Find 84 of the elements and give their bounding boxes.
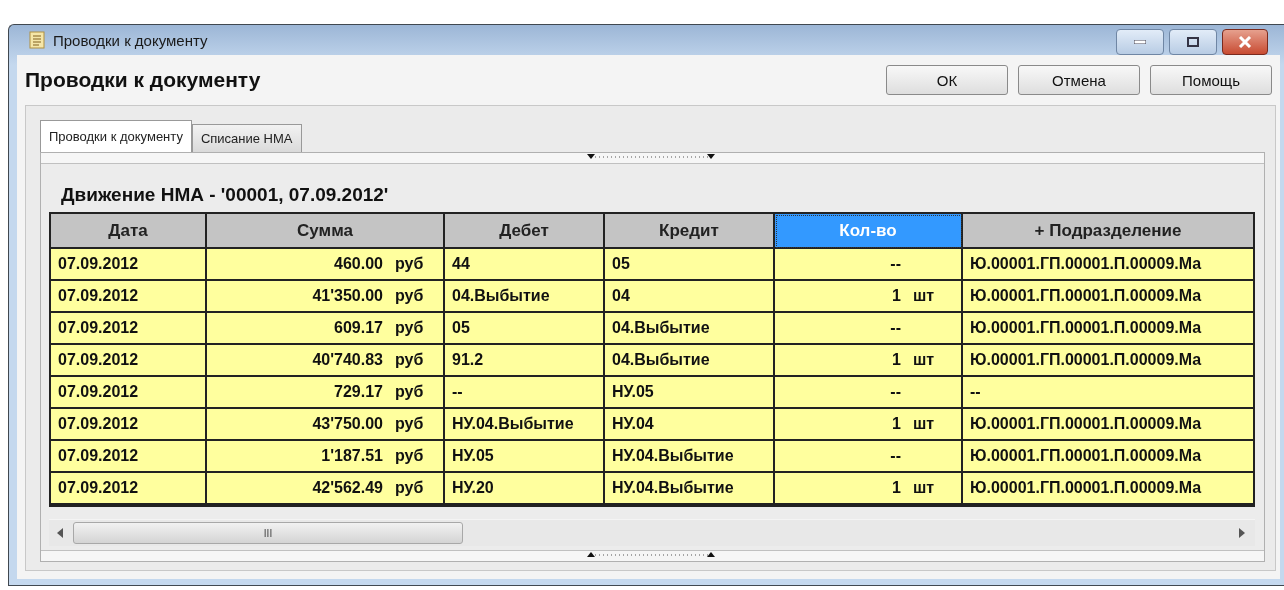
- currency-unit: руб: [395, 479, 425, 497]
- currency-unit: руб: [395, 351, 425, 369]
- quantity-value: --: [890, 319, 901, 337]
- table-cell: 04.Выбытие: [605, 313, 775, 345]
- table-cell: 07.09.2012: [51, 313, 207, 345]
- currency-unit: руб: [395, 287, 425, 305]
- table-cell: НУ.04.Выбытие: [605, 441, 775, 473]
- table-cell: 07.09.2012: [51, 377, 207, 409]
- close-button[interactable]: [1222, 29, 1268, 55]
- quantity-unit: шт: [913, 351, 936, 369]
- dialog-heading: Проводки к документу: [25, 68, 261, 92]
- table-cell: Ю.00001.ГП.00001.П.00009.Ма: [963, 441, 1255, 473]
- table-cell: НУ.05: [445, 441, 605, 473]
- table-cell: 04.Выбытие: [605, 345, 775, 377]
- minimize-button[interactable]: [1116, 29, 1164, 55]
- column-header[interactable]: Дебет: [445, 214, 605, 249]
- table-cell: 04: [605, 281, 775, 313]
- table-cell: Ю.00001.ГП.00001.П.00009.Ма: [963, 313, 1255, 345]
- column-header[interactable]: + Подразделение: [963, 214, 1255, 249]
- window-title: Проводки к документу: [53, 31, 208, 49]
- table-cell: 07.09.2012: [51, 409, 207, 441]
- table-cell: --: [445, 377, 605, 409]
- quantity-value: 1: [892, 479, 901, 497]
- table-cell: 07.09.2012: [51, 473, 207, 505]
- table-cell: 05: [445, 313, 605, 345]
- currency-unit: руб: [395, 255, 425, 273]
- column-header[interactable]: Сумма: [207, 214, 445, 249]
- table-cell: 05: [605, 249, 775, 281]
- scroll-thumb[interactable]: III: [73, 522, 463, 544]
- horizontal-scrollbar[interactable]: III: [49, 519, 1255, 546]
- dialog-button[interactable]: ОК: [886, 65, 1008, 95]
- amount-value: 609.17: [334, 319, 383, 337]
- table-cell: Ю.00001.ГП.00001.П.00009.Ма: [963, 409, 1255, 441]
- amount-value: 40'740.83: [312, 351, 383, 369]
- currency-unit: руб: [395, 319, 425, 337]
- table-cell: --: [963, 377, 1255, 409]
- column-header[interactable]: Дата: [51, 214, 207, 249]
- table-cell: 07.09.2012: [51, 345, 207, 377]
- table-cell: Ю.00001.ГП.00001.П.00009.Ма: [963, 473, 1255, 505]
- table-cell: Ю.00001.ГП.00001.П.00009.Ма: [963, 281, 1255, 313]
- currency-unit: руб: [395, 383, 425, 401]
- quantity-value: --: [890, 447, 901, 465]
- currency-unit: руб: [395, 415, 425, 433]
- section-title: Движение НМА - '00001, 07.09.2012': [60, 183, 390, 207]
- close-icon: [1238, 36, 1252, 48]
- table-cell: 04.Выбытие: [445, 281, 605, 313]
- column-header[interactable]: Кредит: [605, 214, 775, 249]
- table-cell: 07.09.2012: [51, 281, 207, 313]
- table-cell: НУ.05: [605, 377, 775, 409]
- minimize-icon: [1134, 40, 1146, 44]
- maximize-button[interactable]: [1169, 29, 1217, 55]
- currency-unit: руб: [395, 447, 425, 465]
- maximize-icon: [1187, 37, 1199, 47]
- quantity-value: 1: [892, 415, 901, 433]
- scroll-right-icon[interactable]: [1239, 528, 1245, 538]
- table-cell: 07.09.2012: [51, 441, 207, 473]
- quantity-value: 1: [892, 351, 901, 369]
- amount-value: 460.00: [334, 255, 383, 273]
- quantity-value: 1: [892, 287, 901, 305]
- tab[interactable]: Списание НМА: [191, 124, 302, 152]
- dialog-button[interactable]: Отмена: [1018, 65, 1140, 95]
- quantity-unit: шт: [913, 479, 936, 497]
- dialog-button[interactable]: Помощь: [1150, 65, 1272, 95]
- table-cell: 44: [445, 249, 605, 281]
- quantity-value: --: [890, 383, 901, 401]
- amount-value: 42'562.49: [312, 479, 383, 497]
- tab[interactable]: Проводки к документу: [40, 120, 192, 152]
- quantity-value: --: [890, 255, 901, 273]
- quantity-unit: шт: [913, 287, 936, 305]
- document-icon: [29, 31, 45, 49]
- scroll-left-icon[interactable]: [57, 528, 63, 538]
- table-cell: НУ.20: [445, 473, 605, 505]
- table-cell: Ю.00001.ГП.00001.П.00009.Ма: [963, 345, 1255, 377]
- table-cell: Ю.00001.ГП.00001.П.00009.Ма: [963, 249, 1255, 281]
- quantity-unit: шт: [913, 415, 936, 433]
- amount-value: 1'187.51: [321, 447, 383, 465]
- table-cell: НУ.04.Выбытие: [605, 473, 775, 505]
- amount-value: 43'750.00: [312, 415, 383, 433]
- amount-value: 41'350.00: [312, 287, 383, 305]
- table-cell: НУ.04: [605, 409, 775, 441]
- amount-value: 729.17: [334, 383, 383, 401]
- table-cell: 07.09.2012: [51, 249, 207, 281]
- table-cell: 91.2: [445, 345, 605, 377]
- table-cell: НУ.04.Выбытие: [445, 409, 605, 441]
